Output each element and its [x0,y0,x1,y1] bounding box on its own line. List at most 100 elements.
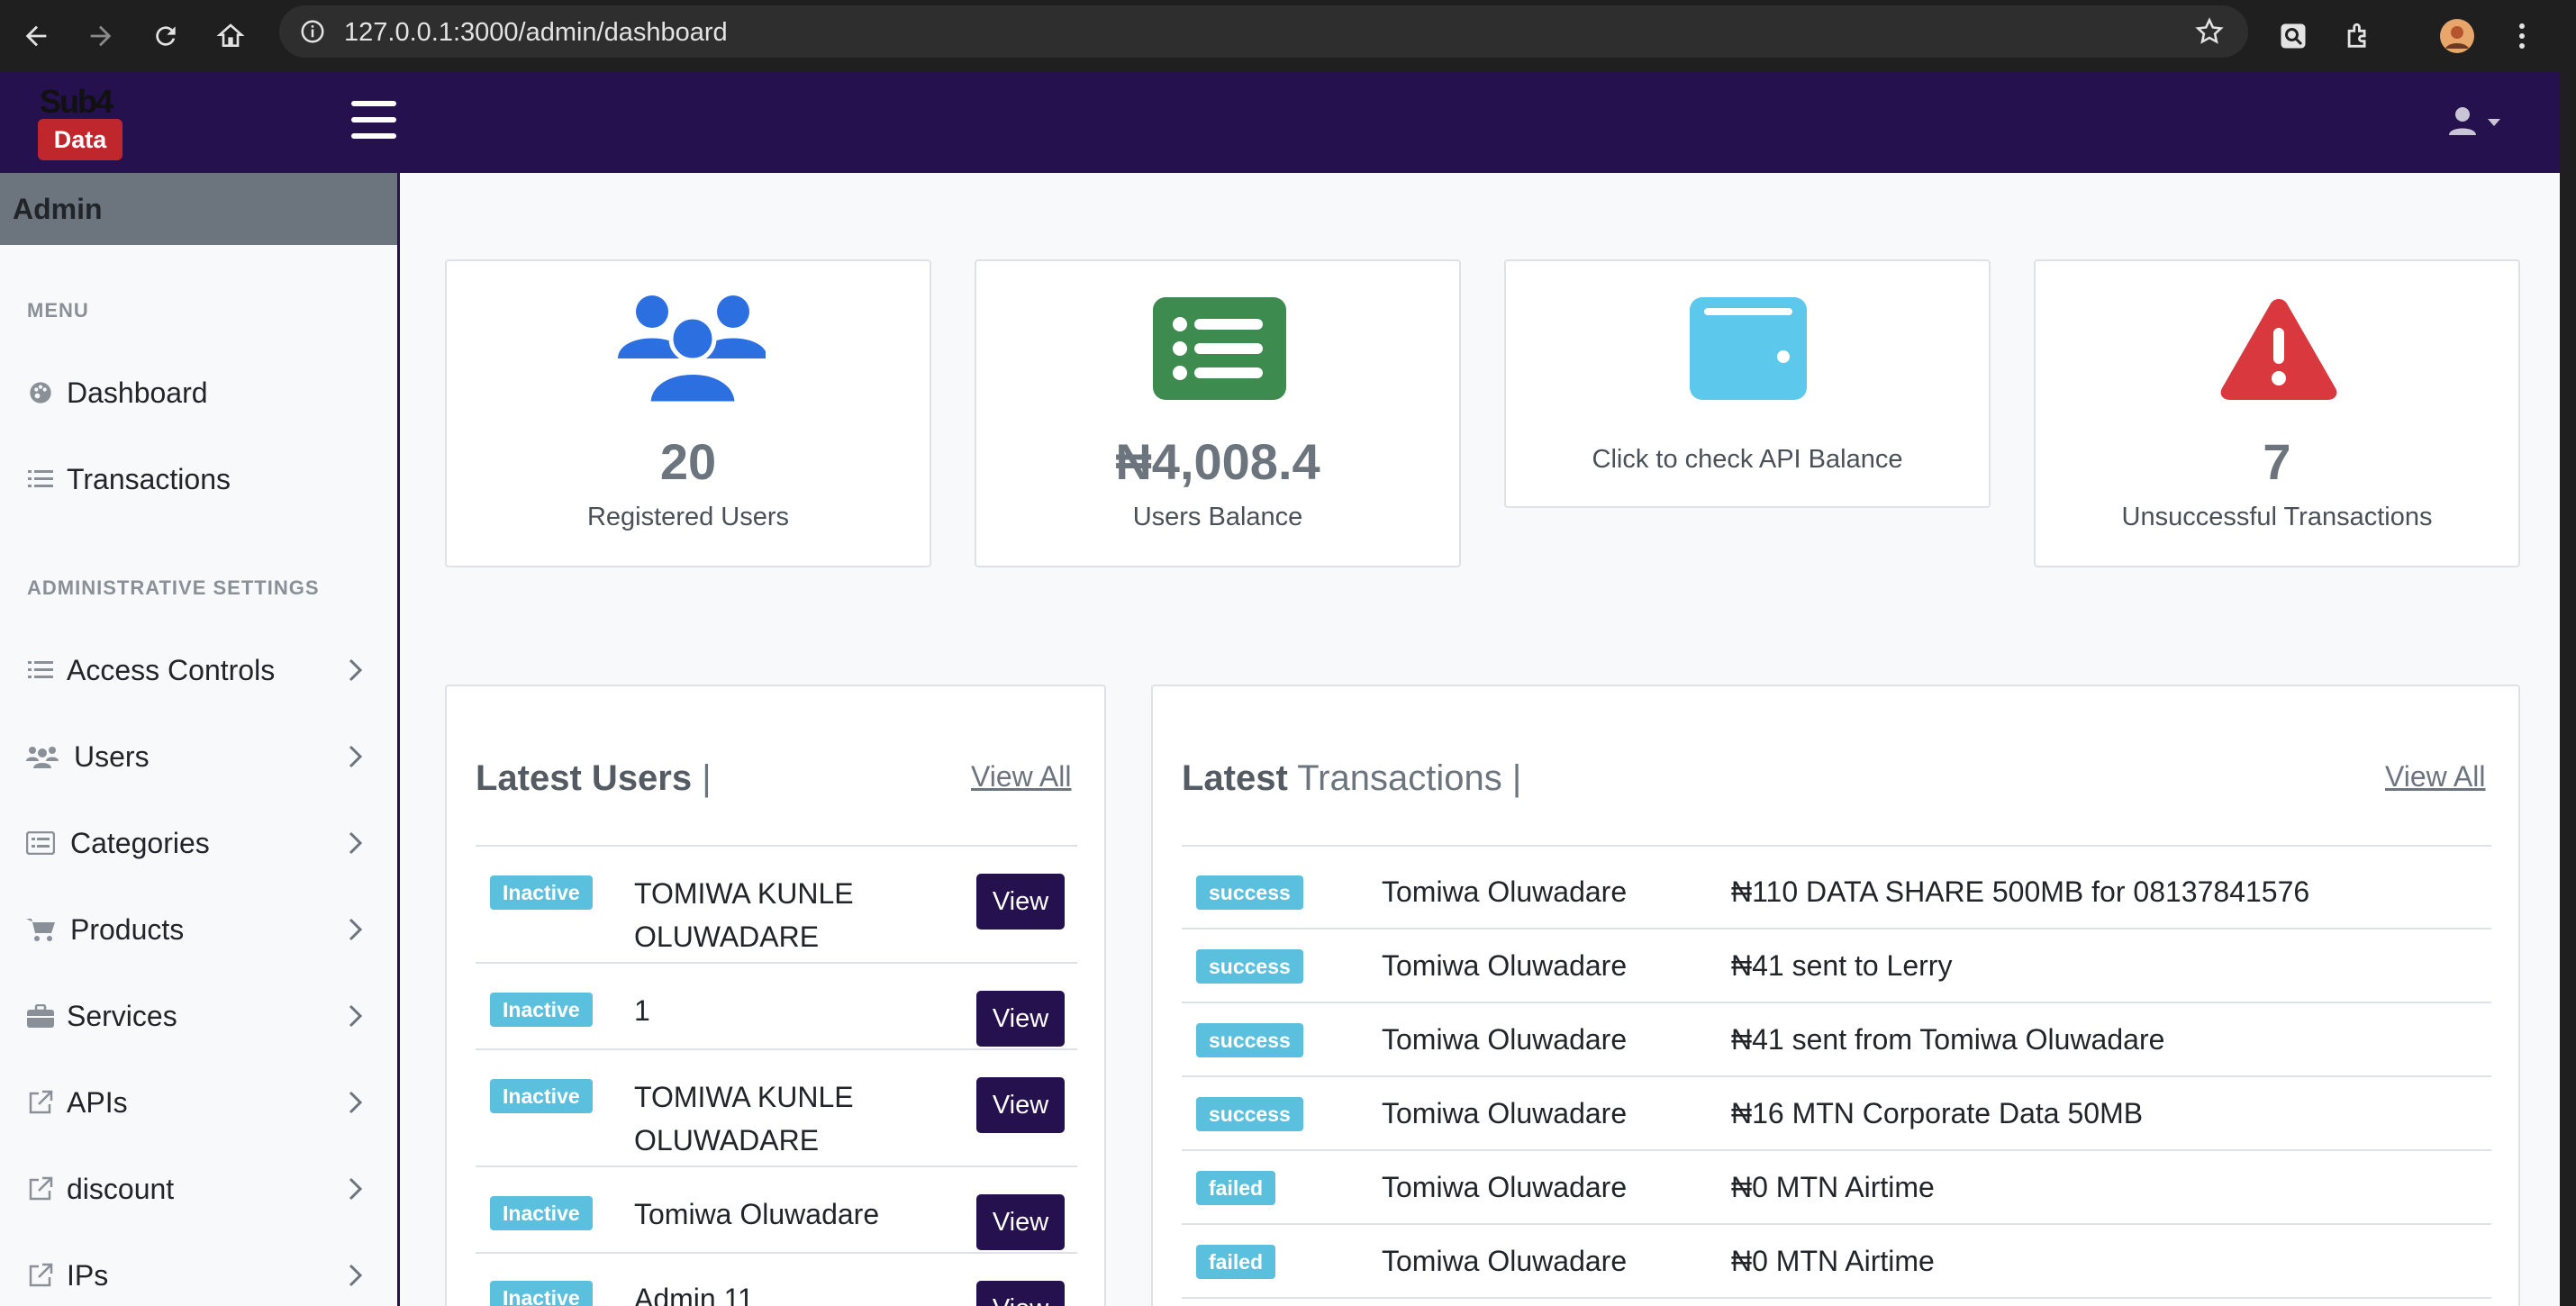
url-text[interactable]: 127.0.0.1:3000/admin/dashboard [344,18,728,48]
reload-icon[interactable] [141,11,191,61]
status-badge: success [1196,1023,1303,1057]
stat-label: Unsuccessful Transactions [2121,503,2433,531]
list-icon [25,655,56,685]
wallet-icon [1690,297,1807,400]
status-badge: success [1196,949,1303,984]
users-icon [25,741,59,772]
stat-card-unsuccessful-transactions[interactable]: 7 Unsuccessful Transactions [2034,259,2520,567]
panel-title-suffix: | [692,758,712,798]
transaction-detail: ₦110 DATA SHARE 500MB for 08137841576 [1731,875,2310,908]
address-bar[interactable]: 127.0.0.1:3000/admin/dashboard [279,5,2248,58]
extensions-icon[interactable] [2333,11,2383,61]
sidebar-item-label: discount [67,1172,175,1205]
sidebar-item-label: Access Controls [67,653,276,686]
sidebar-item-categories[interactable]: Categories [0,807,397,879]
sidebar-item-access-controls[interactable]: Access Controls [0,634,397,706]
logo-box: Data [38,119,122,160]
divider [1182,1223,2491,1225]
sidebar-item-transactions[interactable]: Transactions [0,443,397,515]
stat-value: 7 [2263,433,2291,490]
sidebar-item-label: Dashboard [67,376,208,409]
chevron-right-icon [349,658,363,682]
back-icon[interactable] [11,11,61,61]
view-user-button[interactable]: View [976,1077,1065,1133]
transaction-user: Tomiwa Oluwadare [1382,949,1628,982]
menu-toggle-icon[interactable] [351,99,400,142]
profile-avatar[interactable] [2432,11,2482,61]
user-name-line2: OLUWADARE [634,921,820,953]
forward-icon[interactable] [76,11,126,61]
stat-card-users-balance[interactable]: ₦4,008.4 Users Balance [975,259,1461,567]
external-link-icon [25,1260,56,1291]
view-user-button[interactable]: View [976,1281,1065,1306]
view-all-users-link[interactable]: View All [971,760,1071,794]
external-link-icon [25,1174,56,1204]
panel-title-bold: Latest Users [476,758,693,798]
view-all-transactions-link[interactable]: View All [2385,760,2485,794]
sidebar-item-label: Services [67,999,177,1032]
view-user-button[interactable]: View [976,1194,1065,1250]
home-icon[interactable] [205,11,256,61]
sidebar-item-label: Categories [70,826,210,859]
logo-top-text: Sub4 [40,83,113,120]
view-user-button[interactable]: View [976,874,1065,930]
divider [1182,1297,2491,1299]
divider [476,1252,1077,1254]
list-icon [25,464,56,494]
chevron-right-icon [349,1177,363,1201]
stat-label: Registered Users [586,503,790,531]
stat-label: Click to check API Balance [1592,445,1903,474]
sidebar-item-apis[interactable]: APIs [0,1066,397,1138]
sidebar-item-ips[interactable]: IPs [0,1239,397,1306]
user-name: Admin 11 [634,1283,754,1306]
transaction-detail: ₦0 MTN Airtime [1731,1245,1935,1277]
sidebar-item-label: Users [74,739,150,773]
star-icon[interactable] [2194,16,2225,51]
list-icon [1153,297,1286,400]
info-icon[interactable] [299,18,326,50]
lens-icon[interactable] [2268,11,2318,61]
stat-value: ₦4,008.4 [1115,433,1320,490]
chevron-right-icon [349,1091,363,1114]
more-menu-icon[interactable] [2497,11,2547,61]
status-badge: success [1196,1097,1303,1131]
sidebar-item-discount[interactable]: discount [0,1153,397,1225]
sidebar-item-products[interactable]: Products [0,893,397,966]
status-badge: Inactive [490,993,593,1027]
transaction-detail: ₦41 sent from Tomiwa Oluwadare [1731,1023,2165,1056]
chevron-right-icon [349,745,363,768]
transaction-detail: ₦0 MTN Airtime [1731,1171,1935,1203]
panel-title-rest: Transactions | [1287,758,1522,798]
sidebar-item-dashboard[interactable]: Dashboard [0,357,397,429]
sidebar: Admin MENU Dashboard Transactions ADMINI… [0,173,400,1306]
stat-card-api-balance[interactable]: Click to check API Balance [1504,259,1991,508]
latest-users-panel: Latest Users | View All Inactive TOMIWA … [445,685,1106,1306]
status-badge: Inactive [490,1196,593,1230]
window-edge [2560,72,2576,1306]
status-badge: Inactive [490,875,593,910]
sidebar-item-services[interactable]: Services [0,980,397,1052]
brand-logo[interactable]: Sub4 Data [38,83,124,162]
sidebar-item-users[interactable]: Users [0,721,397,793]
panel-title: Latest Users | [476,758,712,799]
user-name-line1: TOMIWA KUNLE [634,1081,854,1113]
main-content: 20 Registered Users ₦4,008.4 Users Balan… [400,173,2560,1306]
view-user-button[interactable]: View [976,991,1065,1047]
menu-section-title: MENU [27,299,89,322]
divider [1182,1149,2491,1151]
cart-icon [25,914,56,945]
divider [476,845,1077,847]
transaction-user: Tomiwa Oluwadare [1382,1171,1628,1203]
palette-icon [25,377,56,408]
users-icon [618,295,766,405]
divider [1182,928,2491,930]
user-name: TOMIWA KUNLE OLUWADARE [634,872,854,958]
sidebar-header-label: Admin [13,193,103,225]
user-name: 1 [634,994,650,1027]
user-menu-button[interactable] [2446,104,2509,141]
sidebar-item-label: Transactions [67,462,231,495]
divider [476,1165,1077,1167]
stat-card-registered-users[interactable]: 20 Registered Users [445,259,931,567]
transaction-user: Tomiwa Oluwadare [1382,1023,1628,1056]
stat-label: Users Balance [1132,503,1303,531]
